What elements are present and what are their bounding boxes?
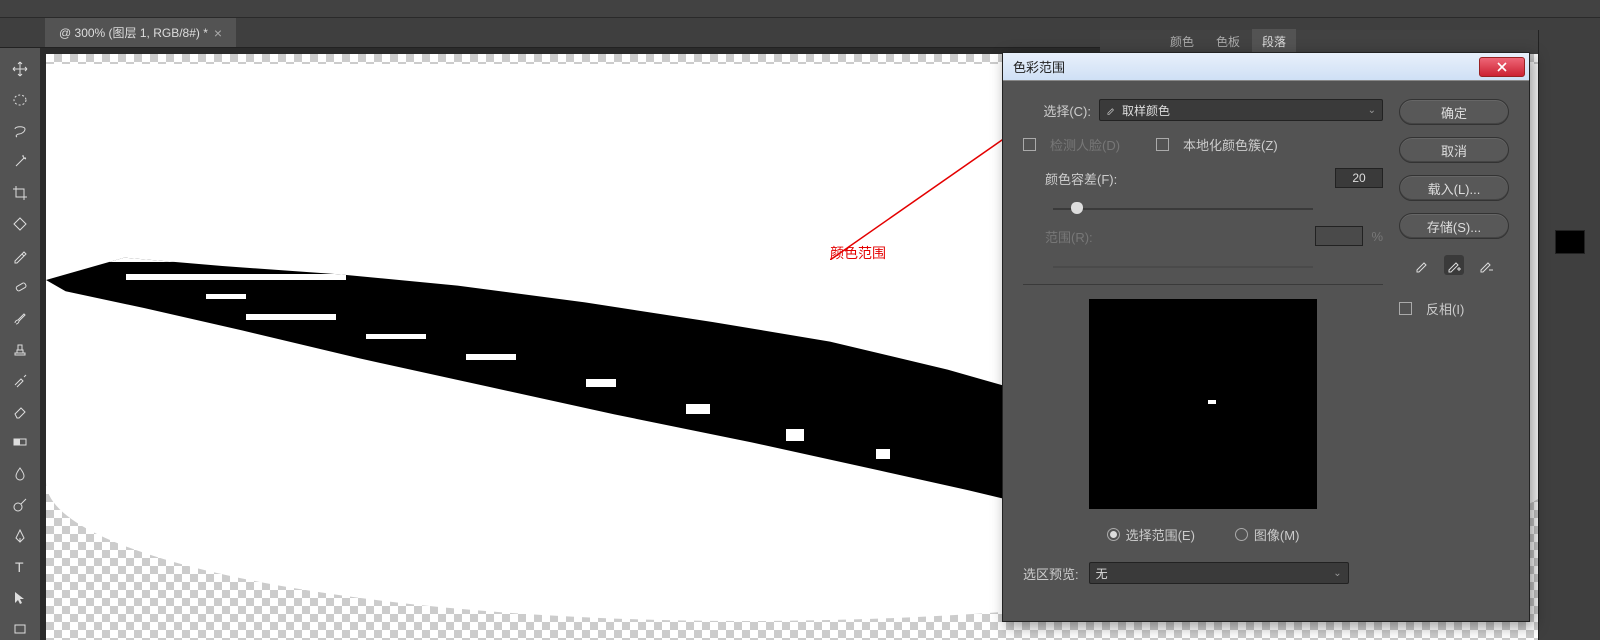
blur-tool-icon[interactable] bbox=[9, 463, 31, 484]
slice-tool-icon[interactable] bbox=[9, 214, 31, 235]
fuzziness-label: 颜色容差(F): bbox=[1023, 169, 1123, 188]
color-range-dialog: 色彩范围 选择(C): 取样颜色 ⌄ 检测人脸(D) bbox=[1002, 52, 1530, 622]
preview-mode-dropdown[interactable]: 无 ⌄ bbox=[1089, 562, 1349, 584]
fuzziness-slider[interactable] bbox=[1053, 202, 1313, 216]
save-button[interactable]: 存储(S)... bbox=[1399, 213, 1509, 239]
select-dropdown[interactable]: 取样颜色 ⌄ bbox=[1099, 99, 1383, 121]
invert-label: 反相(I) bbox=[1426, 299, 1464, 318]
chevron-down-icon: ⌄ bbox=[1368, 105, 1376, 116]
healing-tool-icon[interactable] bbox=[9, 276, 31, 297]
crop-tool-icon[interactable] bbox=[9, 183, 31, 204]
panel-tab-color[interactable]: 颜色 bbox=[1160, 29, 1204, 54]
selection-preview[interactable] bbox=[1089, 299, 1317, 509]
eyedropper-sample-icon[interactable] bbox=[1412, 255, 1432, 275]
load-button[interactable]: 载入(L)... bbox=[1399, 175, 1509, 201]
right-panel-group: 颜色 色板 段落 « ≡ bbox=[1100, 30, 1600, 54]
move-tool-icon[interactable] bbox=[9, 58, 31, 79]
gradient-tool-icon[interactable] bbox=[9, 432, 31, 453]
detect-faces-checkbox bbox=[1023, 138, 1036, 151]
eyedropper-add-icon[interactable] bbox=[1444, 255, 1464, 275]
panel-tab-paragraph[interactable]: 段落 bbox=[1252, 29, 1296, 54]
lasso-tool-icon[interactable] bbox=[9, 120, 31, 141]
select-value: 取样颜色 bbox=[1122, 102, 1170, 119]
stamp-tool-icon[interactable] bbox=[9, 338, 31, 359]
preview-mode-value: 无 bbox=[1096, 565, 1108, 582]
eraser-tool-icon[interactable] bbox=[9, 401, 31, 422]
localized-label: 本地化颜色簇(Z) bbox=[1183, 135, 1278, 154]
ok-button[interactable]: 确定 bbox=[1399, 99, 1509, 125]
dialog-titlebar[interactable]: 色彩范围 bbox=[1003, 53, 1529, 81]
chevron-down-icon: ⌄ bbox=[1333, 568, 1341, 579]
invert-checkbox[interactable] bbox=[1399, 302, 1412, 315]
marquee-tool-icon[interactable] bbox=[9, 89, 31, 110]
app-menubar bbox=[0, 0, 1600, 18]
radio-image[interactable]: 图像(M) bbox=[1235, 525, 1300, 544]
svg-text:T: T bbox=[15, 559, 24, 575]
document-tab-title: @ 300% (图层 1, RGB/8#) * bbox=[59, 24, 208, 41]
document-tab[interactable]: @ 300% (图层 1, RGB/8#) * × bbox=[45, 18, 236, 47]
cancel-button[interactable]: 取消 bbox=[1399, 137, 1509, 163]
collapsed-panel-dock bbox=[1538, 30, 1600, 640]
brush-tool-icon[interactable] bbox=[9, 307, 31, 328]
history-brush-tool-icon[interactable] bbox=[9, 370, 31, 391]
radio-on-icon bbox=[1107, 528, 1120, 541]
dialog-close-button[interactable] bbox=[1479, 57, 1525, 77]
color-swatch[interactable] bbox=[1555, 230, 1585, 254]
panel-tab-swatches[interactable]: 色板 bbox=[1206, 29, 1250, 54]
eyedropper-icon bbox=[1106, 105, 1116, 115]
radio-selection[interactable]: 选择范围(E) bbox=[1107, 525, 1195, 544]
annotation-label: 颜色范围 bbox=[830, 243, 886, 263]
tools-panel: T bbox=[0, 48, 40, 640]
range-input bbox=[1315, 226, 1363, 246]
detect-faces-label: 检测人脸(D) bbox=[1050, 135, 1120, 154]
range-slider bbox=[1053, 260, 1313, 274]
localized-checkbox[interactable] bbox=[1156, 138, 1169, 151]
wand-tool-icon[interactable] bbox=[9, 151, 31, 172]
radio-off-icon bbox=[1235, 528, 1248, 541]
eyedropper-tool-icon[interactable] bbox=[9, 245, 31, 266]
dialog-title: 色彩范围 bbox=[1013, 57, 1065, 76]
eyedropper-subtract-icon[interactable] bbox=[1476, 255, 1496, 275]
pen-tool-icon[interactable] bbox=[9, 525, 31, 546]
range-unit: % bbox=[1371, 229, 1383, 244]
select-label: 选择(C): bbox=[1023, 101, 1091, 120]
preview-mode-label: 选区预览: bbox=[1023, 564, 1079, 583]
close-tab-icon[interactable]: × bbox=[214, 25, 222, 41]
range-label: 范围(R): bbox=[1023, 227, 1123, 246]
dodge-tool-icon[interactable] bbox=[9, 494, 31, 515]
type-tool-icon[interactable]: T bbox=[9, 557, 31, 578]
path-select-tool-icon[interactable] bbox=[9, 588, 31, 609]
shape-tool-icon[interactable] bbox=[9, 619, 31, 640]
fuzziness-input[interactable]: 20 bbox=[1335, 168, 1383, 188]
